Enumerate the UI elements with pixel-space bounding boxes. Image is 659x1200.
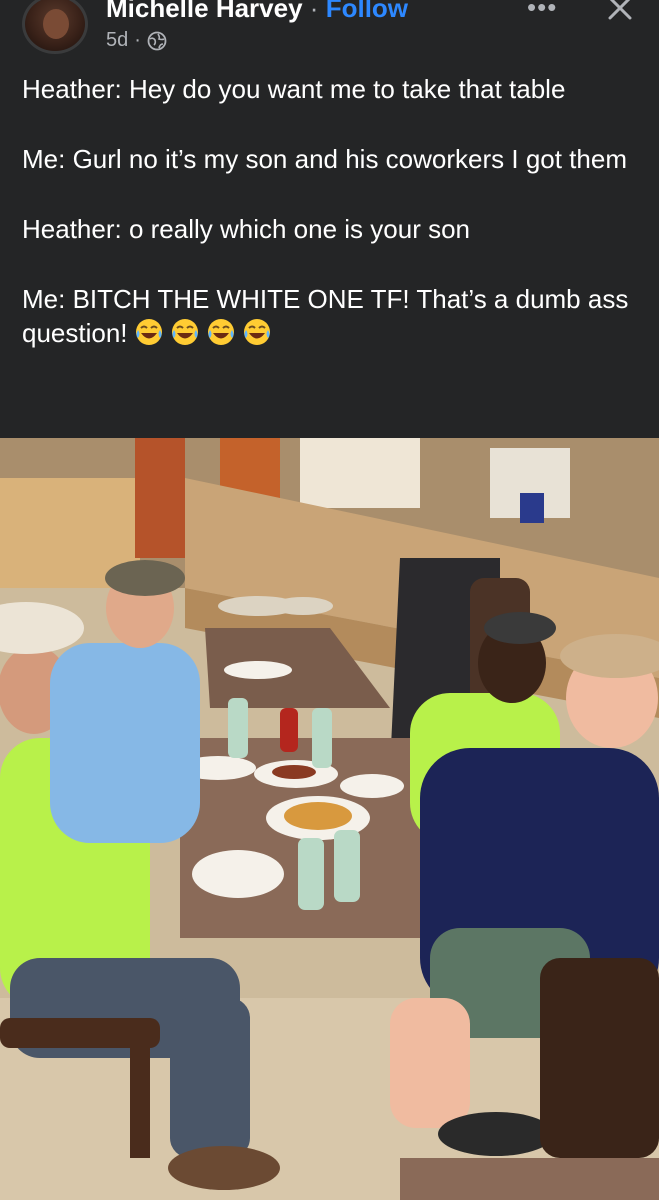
post-paragraph: Heather: o really which one is your son xyxy=(22,214,471,244)
post-body: Heather: Hey do you want me to take that… xyxy=(22,72,642,350)
more-dots-icon[interactable]: ••• xyxy=(527,0,557,23)
fries xyxy=(284,802,352,830)
back-doorway xyxy=(300,438,420,508)
pepsi-machine xyxy=(520,493,544,523)
post-paragraph-text: Me: BITCH THE WHITE ONE TF! That’s a dum… xyxy=(22,284,629,348)
post-photo[interactable] xyxy=(0,438,659,1200)
post-paragraph: Heather: Hey do you want me to take that… xyxy=(22,74,566,104)
name-separator: · xyxy=(309,0,319,23)
post-paragraph: Me: Gurl no it’s my son and his coworker… xyxy=(22,144,627,174)
author-name[interactable]: Michelle Harvey xyxy=(106,0,303,23)
follow-button[interactable]: Follow xyxy=(326,0,408,23)
post-time[interactable]: 5d xyxy=(106,29,128,52)
author-row: Michelle Harvey · Follow xyxy=(106,0,408,24)
post-meta: 5d · xyxy=(106,29,167,52)
avatar[interactable] xyxy=(22,0,88,54)
post-header: Michelle Harvey · Follow 5d · ••• xyxy=(0,0,659,60)
face-with-tears-of-joy-icon xyxy=(207,319,234,345)
face-with-tears-of-joy-icon xyxy=(171,319,198,345)
close-icon[interactable] xyxy=(604,0,636,24)
time-separator: · xyxy=(134,29,141,51)
sauce-bottle xyxy=(280,708,298,752)
table-corner xyxy=(400,1158,659,1200)
booth-end xyxy=(540,958,659,1158)
globe-icon xyxy=(147,31,167,50)
pizza-pillar-left xyxy=(135,438,185,558)
restaurant-photo-illustration xyxy=(0,438,659,1200)
post-paragraph-last: Me: BITCH THE WHITE ONE TF! That’s a dum… xyxy=(22,282,642,350)
avatar-face xyxy=(43,9,69,39)
face-with-tears-of-joy-icon xyxy=(135,319,162,345)
wings xyxy=(272,765,316,779)
water-bottle xyxy=(228,698,248,758)
plate xyxy=(224,661,292,679)
person-blue-shirt xyxy=(50,643,200,843)
face-with-tears-of-joy-icon xyxy=(243,319,270,345)
